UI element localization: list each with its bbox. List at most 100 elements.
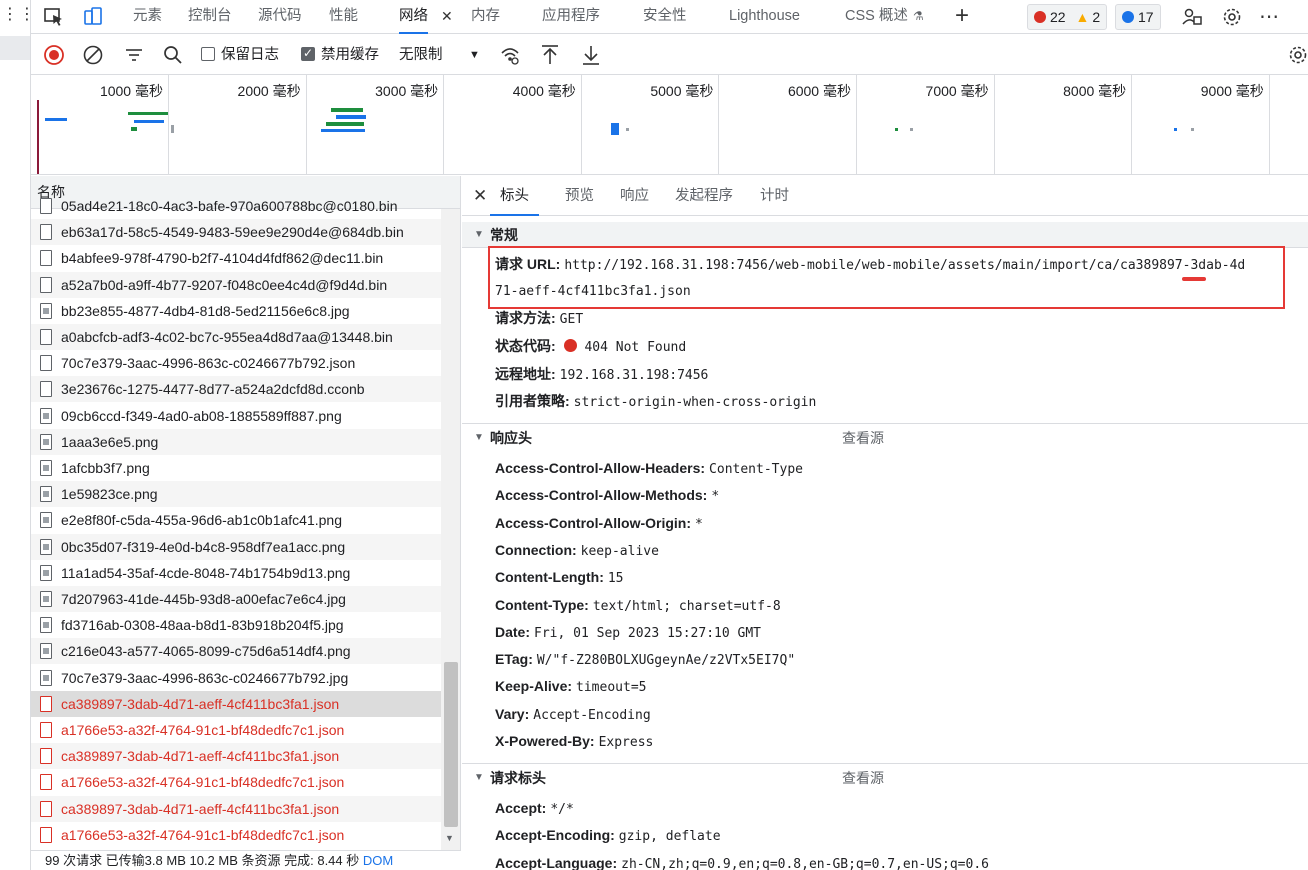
tab-3[interactable]: 性能 — [329, 0, 358, 34]
request-row[interactable]: bb23e855-4877-4db4-81d8-5ed21156e6c8.jpg — [31, 298, 441, 324]
more-tabs-add-icon[interactable]: + — [955, 3, 969, 29]
document-file-icon — [40, 276, 52, 293]
document-file-icon — [40, 250, 52, 267]
clear-icon[interactable] — [82, 44, 104, 66]
inspect-element-icon[interactable] — [43, 6, 65, 28]
general-section-header[interactable]: ▼ 常规 — [462, 222, 1308, 248]
settings-gear-icon[interactable] — [1221, 6, 1243, 28]
tab-0[interactable]: 元素 — [133, 0, 162, 34]
request-row[interactable]: a0abcfcb-adf3-4c02-bc7c-955ea4d8d7aa@134… — [31, 324, 441, 350]
document-file-icon — [40, 722, 52, 738]
network-overview-timeline[interactable]: 1000 毫秒 2000 毫秒 3000 毫秒 4000 毫秒 5000 毫秒 6000 … — [31, 75, 1308, 175]
request-row[interactable]: 1afcbb3f7.png — [31, 455, 441, 481]
close-tab-icon[interactable]: ✕ — [441, 0, 453, 32]
request-row[interactable]: 1e59823ce.png — [31, 481, 441, 508]
request-row[interactable]: e2e8f80f-c5da-455a-96d6-ab1c0b1afc41.png — [31, 507, 441, 533]
request-row[interactable]: ca389897-3dab-4d71-aeff-4cf411bc3fa1.jso… — [31, 690, 441, 717]
response-view-source-link[interactable]: 查看源 — [842, 425, 884, 451]
tab-5[interactable]: 内存 — [471, 0, 500, 34]
request-row[interactable]: c216e043-a577-4065-8099-c75d6a514df4.png — [31, 638, 441, 665]
waterfall-bar — [1191, 128, 1194, 131]
request-row[interactable]: 7d207963-41de-445b-93d8-a00efac7e6c4.jpg — [31, 586, 441, 612]
detail-tab-3[interactable]: 发起程序 — [675, 176, 733, 216]
list-scrollbar-thumb[interactable] — [444, 662, 458, 827]
detail-tabs: ✕ 标头 预览 响应 发起程序 计时 — [462, 176, 1308, 216]
request-row[interactable]: fd3716ab-0308-48aa-b8d1-83b918b204f5.jpg — [31, 612, 441, 638]
export-har-icon[interactable] — [580, 43, 602, 67]
request-name: 1afcbb3f7.png — [61, 460, 150, 476]
request-name: 70c7e379-3aac-4996-863c-c0246677b792.jso… — [61, 355, 356, 372]
request-headers-title: 请求标头 — [490, 770, 546, 786]
section-divider — [462, 763, 1308, 764]
request-name: 09cb6ccd-f349-4ad0-ab08-1885589ff887.png — [61, 407, 342, 424]
header-value: Content-Type — [709, 462, 803, 477]
request-row[interactable]: 70c7e379-3aac-4996-863c-c0246677b792.jpg — [31, 665, 441, 691]
header-name: Access-Control-Allow-Methods: — [495, 487, 708, 504]
request-row[interactable]: a1766e53-a32f-4764-91c1-bf48dedfc7c1.jso… — [31, 822, 441, 848]
request-row[interactable]: a1766e53-a32f-4764-91c1-bf48dedfc7c1.jso… — [31, 769, 441, 795]
info-count: 17 — [1138, 9, 1154, 25]
response-headers-section-header[interactable]: ▼ 响应头 查看源 — [462, 425, 1308, 451]
image-file-icon — [40, 617, 52, 634]
image-file-icon — [40, 407, 52, 424]
record-stop-icon[interactable] — [43, 44, 65, 66]
request-headers-section-header[interactable]: ▼ 请求标头 查看源 — [462, 765, 1308, 791]
request-row[interactable]: 05ad4e21-18c0-4ac3-bafe-970a600788bc@c01… — [31, 193, 441, 219]
request-row[interactable]: 0bc35d07-f319-4e0d-b4c8-958df7ea1acc.png — [31, 533, 441, 560]
detail-tab-1[interactable]: 预览 — [565, 176, 594, 216]
request-row[interactable]: b4abfee9-978f-4790-b2f7-4104d4fdf862@dec… — [31, 245, 441, 271]
network-conditions-icon[interactable] — [499, 44, 521, 66]
more-options-icon[interactable]: ⋯ — [1259, 4, 1280, 29]
waterfall-bar — [45, 118, 67, 121]
detail-tab-0[interactable]: 标头 — [490, 176, 539, 216]
dom-content-loaded-link[interactable]: DOM — [363, 853, 393, 868]
preserve-log-checkbox[interactable]: 保留日志 — [201, 35, 279, 75]
tab-9[interactable]: CSS 概述 — [845, 0, 908, 34]
request-row[interactable]: 09cb6ccd-f349-4ad0-ab08-1885589ff887.png — [31, 403, 441, 429]
disable-cache-label: 禁用缓存 — [321, 47, 379, 63]
list-scrollbar[interactable]: ▼ — [441, 209, 460, 850]
request-name: 1aaa3e6e5.png — [61, 433, 159, 450]
network-settings-gear-icon[interactable] — [1287, 44, 1308, 66]
request-row[interactable]: ca389897-3dab-4d71-aeff-4cf411bc3fa1.jso… — [31, 795, 441, 822]
document-file-icon — [40, 224, 52, 241]
request-name: 7d207963-41de-445b-93d8-a00efac7e6c4.jpg — [61, 591, 346, 607]
tab-8[interactable]: Lighthouse — [729, 0, 800, 34]
request-row[interactable]: ca389897-3dab-4d71-aeff-4cf411bc3fa1.jso… — [31, 743, 441, 770]
tab-4[interactable]: 网络 — [399, 0, 428, 34]
document-file-icon — [40, 748, 52, 765]
detail-tab-4[interactable]: 计时 — [760, 176, 789, 216]
info-badge[interactable]: 17 — [1115, 4, 1161, 30]
filter-icon[interactable] — [123, 44, 145, 66]
errors-badge[interactable]: 22 ▲ 2 — [1027, 4, 1108, 30]
request-name: e2e8f80f-c5da-455a-96d6-ab1c0b1afc41.png — [61, 512, 343, 529]
request-row[interactable]: a1766e53-a32f-4764-91c1-bf48dedfc7c1.jso… — [31, 717, 441, 743]
search-icon[interactable] — [162, 44, 184, 66]
tab-2[interactable]: 源代码 — [258, 0, 302, 34]
throttling-select[interactable]: 无限制 ▼ — [399, 35, 485, 75]
request-name: 0bc35d07-f319-4e0d-b4c8-958df7ea1acc.png — [61, 538, 346, 555]
tab-7[interactable]: 安全性 — [643, 0, 687, 34]
request-row[interactable]: a52a7b0d-a9ff-4b77-9207-f048c0ee4c4d@f9d… — [31, 271, 441, 298]
detail-tab-2[interactable]: 响应 — [620, 176, 649, 216]
disable-cache-checkbox[interactable]: 禁用缓存 — [301, 35, 379, 75]
feedback-icon[interactable] — [1181, 6, 1203, 28]
device-toolbar-icon[interactable] — [82, 6, 104, 28]
request-view-source-link[interactable]: 查看源 — [842, 765, 884, 791]
request-row[interactable]: eb63a17d-58c5-4549-9483-59ee9e290d4e@684… — [31, 219, 441, 246]
header-row: Date: Fri, 01 Sep 2023 15:27:10 GMT — [495, 619, 761, 646]
request-row[interactable]: 11a1ad54-35af-4cde-8048-74b1754b9d13.png — [31, 560, 441, 586]
request-row[interactable]: 3e23676c-1275-4477-8d77-a524a2dcfd8d.cco… — [31, 376, 441, 403]
tab-1[interactable]: 控制台 — [188, 0, 232, 34]
request-row[interactable]: 70c7e379-3aac-4996-863c-c0246677b792.jso… — [31, 350, 441, 376]
header-name: Accept-Language: — [495, 854, 618, 870]
error-status-icon — [563, 339, 577, 352]
waterfall-bar — [326, 122, 364, 126]
close-icon[interactable]: ✕ — [473, 176, 487, 216]
tab-6[interactable]: 应用程序 — [542, 0, 600, 34]
request-row[interactable]: 1aaa3e6e5.png — [31, 428, 441, 455]
remote-address-row: 远程地址: 192.168.31.198:7456 — [495, 361, 708, 388]
scroll-down-icon[interactable]: ▼ — [445, 833, 454, 843]
network-summary-bar: 99 次请求 已传输3.8 MB 10.2 MB 条资源 完成: 8.44 秒 … — [31, 850, 461, 870]
import-har-icon[interactable] — [539, 43, 561, 67]
